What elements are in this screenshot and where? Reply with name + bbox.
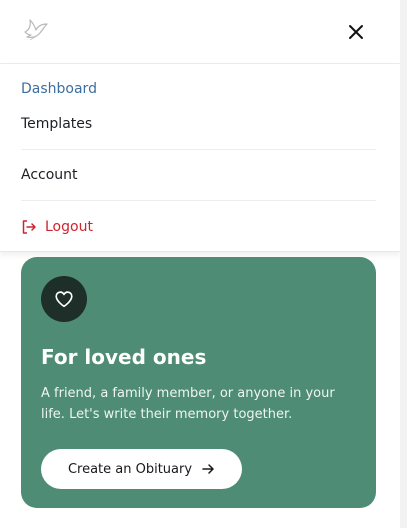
card-title: For loved ones (41, 345, 207, 369)
logout-label: Logout (45, 219, 93, 235)
top-bar (0, 0, 400, 64)
logout-button[interactable]: Logout (21, 219, 376, 235)
dove-icon[interactable] (22, 16, 50, 44)
create-obituary-button[interactable]: Create an Obituary (41, 449, 242, 489)
menu-divider (21, 200, 376, 201)
menu-item-dashboard[interactable]: Dashboard (21, 81, 376, 97)
close-icon[interactable] (344, 20, 368, 44)
obituary-card: For loved ones A friend, a family member… (21, 257, 376, 508)
menu-divider (21, 149, 376, 150)
card-description: A friend, a family member, or anyone in … (41, 386, 335, 422)
heart-icon (55, 291, 73, 308)
create-obituary-label: Create an Obituary (67, 461, 193, 477)
page-scrollbar-track (400, 0, 407, 528)
arrow-right-icon (202, 464, 214, 474)
logout-icon (22, 220, 36, 234)
heart-badge (41, 276, 87, 322)
menu-item-account[interactable]: Account (21, 167, 376, 183)
menu-item-templates[interactable]: Templates (21, 116, 376, 132)
nav-menu: Dashboard Templates Account Logout (0, 64, 400, 252)
